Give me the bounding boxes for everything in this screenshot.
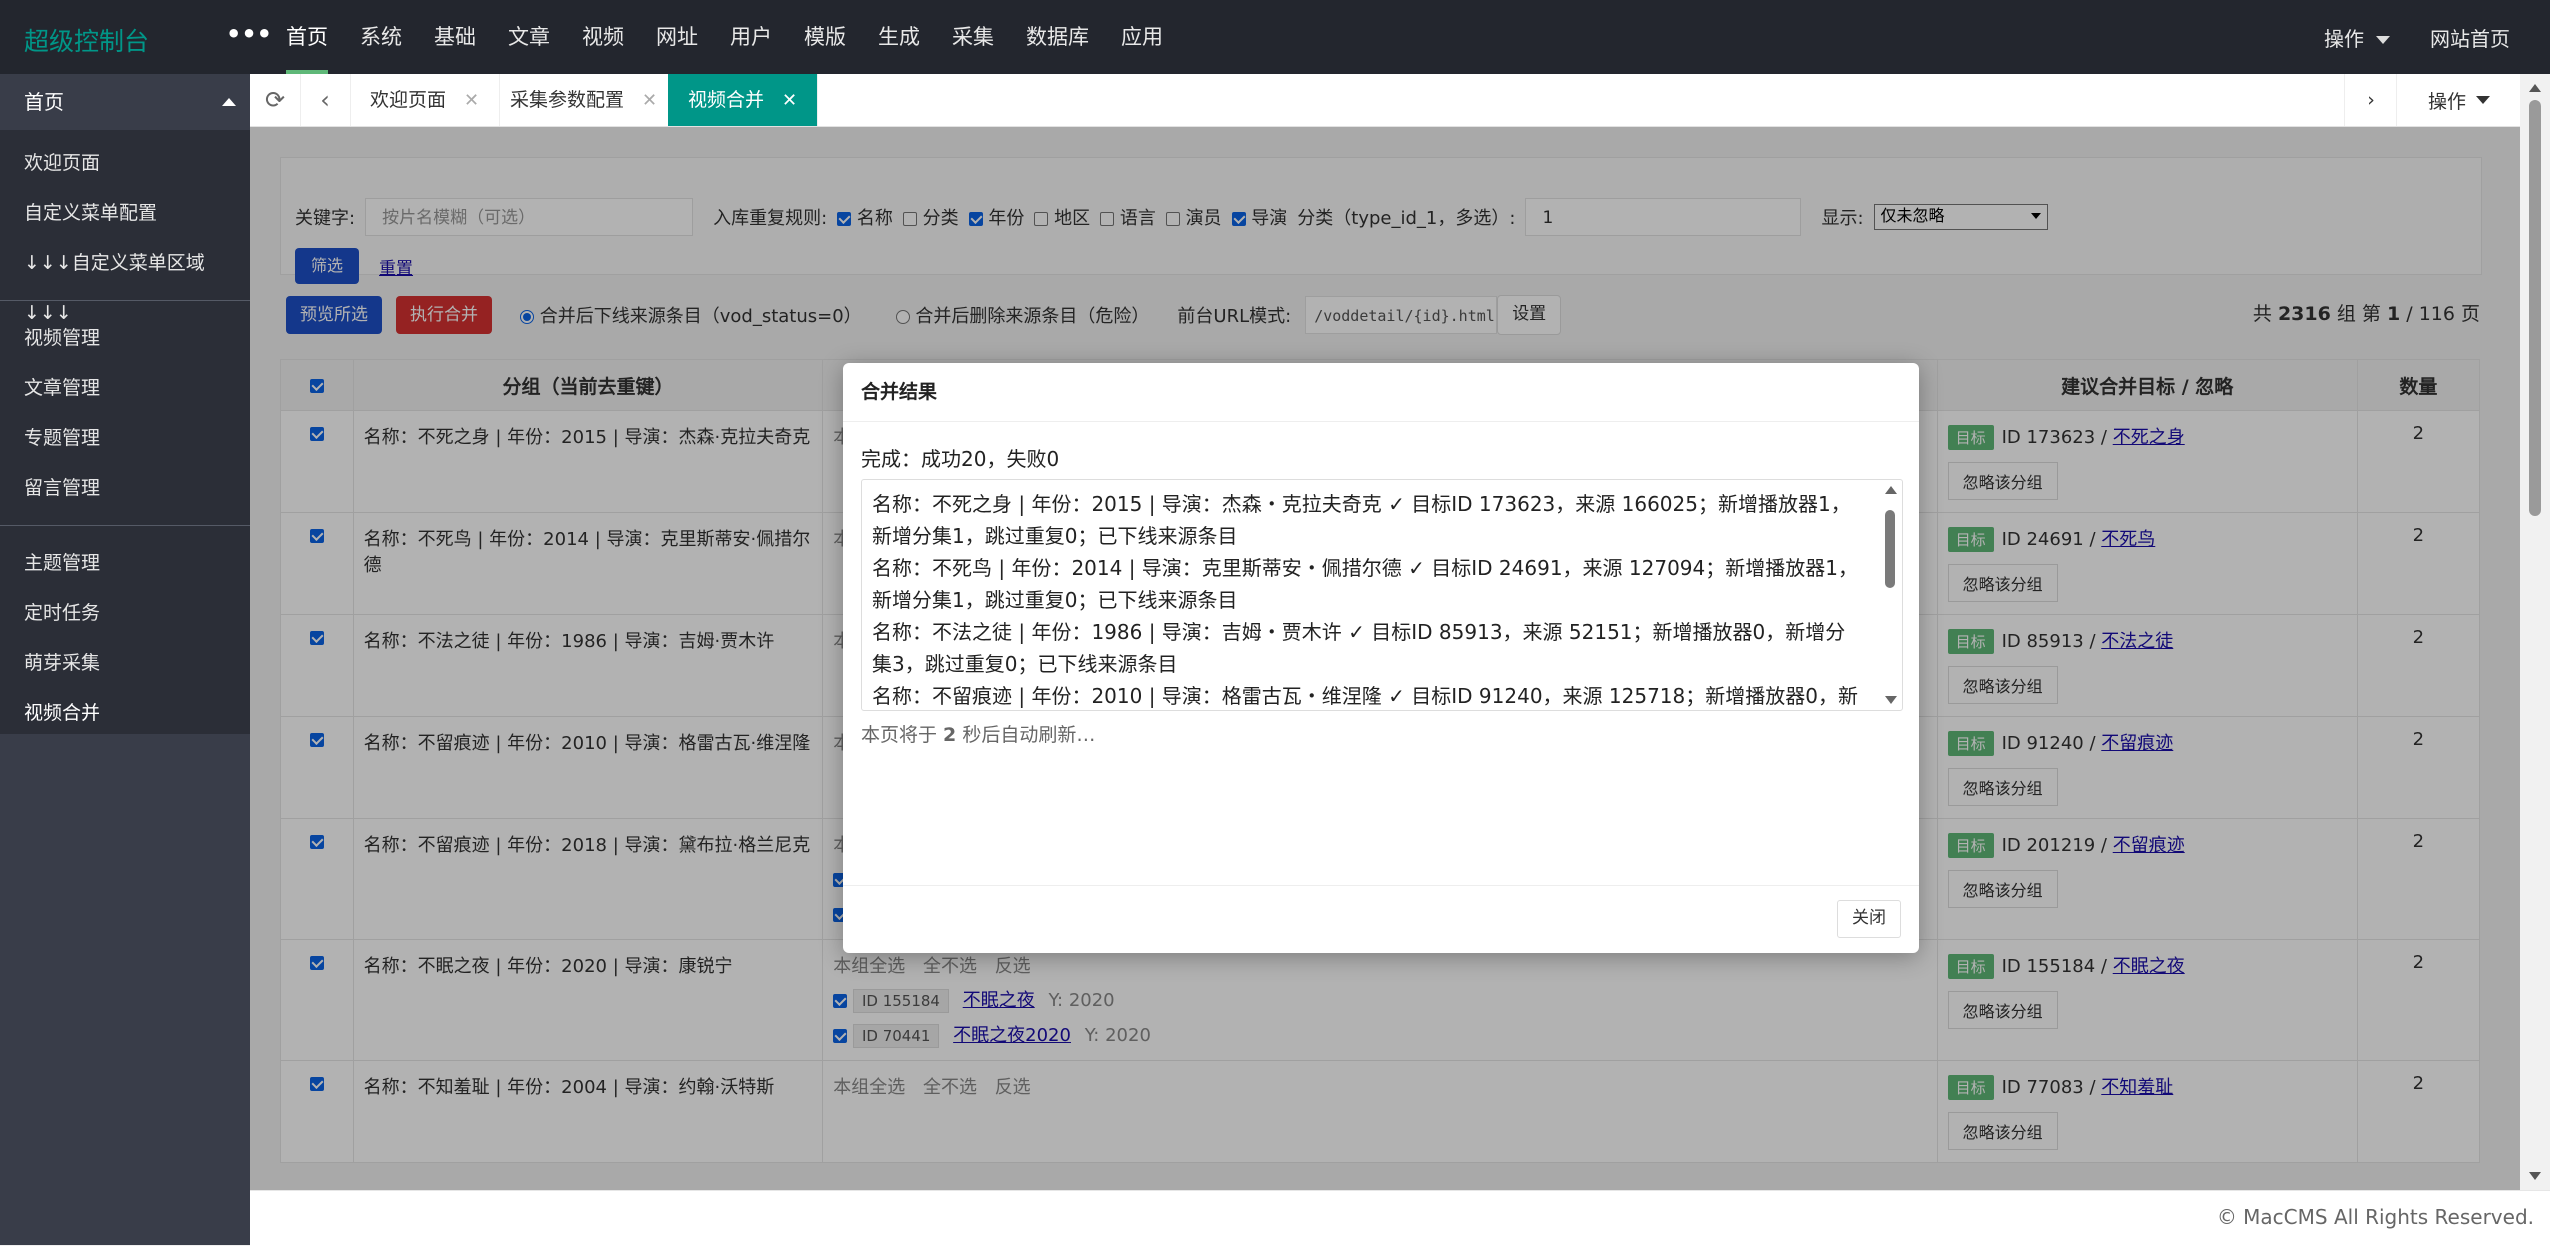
tabs-bar: ⟳ ‹ 欢迎页面 ✕ 采集参数配置 ✕ 视频合并 ✕ › 操作: [250, 74, 2520, 127]
sidebar-group-2: 视频管理 文章管理 专题管理 留言管理: [0, 313, 250, 513]
footer: © MacCMS All Rights Reserved.: [250, 1190, 2550, 1246]
merge-status: 完成：成功20，失败0: [861, 447, 1060, 471]
chevron-down-icon: [2476, 96, 2490, 104]
chevron-right-icon[interactable]: ›: [2344, 74, 2397, 126]
top-bar: 超级控制台 ••• 首页 系统 基础 文章 视频 网址 用户 模版 生成 采集 …: [0, 0, 2550, 74]
sidebar-item-custom-area[interactable]: ↓↓↓自定义菜单区域↓↓↓: [0, 238, 250, 324]
dialog-footer: 关闭: [843, 885, 1919, 954]
copyright: © MacCMS All Rights Reserved.: [2216, 1205, 2534, 1229]
sidebar-item-theme-manage[interactable]: 主题管理: [0, 538, 250, 588]
tab-welcome[interactable]: 欢迎页面 ✕: [350, 74, 501, 126]
close-icon[interactable]: ✕: [464, 90, 479, 111]
sidebar-item-custom-menu[interactable]: 自定义菜单配置: [0, 188, 250, 238]
site-home-link[interactable]: 网站首页: [2430, 23, 2510, 52]
sidebar-item-article-manage[interactable]: 文章管理: [0, 363, 250, 413]
sidebar-item-topic-manage[interactable]: 专题管理: [0, 413, 250, 463]
tab-collect-config[interactable]: 采集参数配置 ✕: [490, 74, 679, 126]
page-scrollbar[interactable]: [2520, 74, 2550, 1190]
ops-menu[interactable]: 操作: [2324, 23, 2390, 52]
merge-result-dialog: 合并结果 完成：成功20，失败0 名称：不死之身 | 年份：2015 | 导演：…: [843, 363, 1919, 953]
sidebar-item-video-merge[interactable]: 视频合并: [0, 688, 250, 738]
tab-video-merge[interactable]: 视频合并 ✕: [668, 74, 819, 126]
app-logo[interactable]: 超级控制台: [24, 22, 149, 58]
more-icon[interactable]: •••: [226, 20, 272, 48]
topnav-item-video[interactable]: 视频: [566, 0, 640, 74]
sidebar-group-1: 欢迎页面 自定义菜单配置 ↓↓↓自定义菜单区域↓↓↓: [0, 130, 250, 324]
topnav-item-home[interactable]: 首页: [270, 0, 344, 74]
top-nav: 首页 系统 基础 文章 视频 网址 用户 模版 生成 采集 数据库 应用: [270, 0, 1179, 74]
sidebar-item-mengya-collect[interactable]: 萌芽采集: [0, 638, 250, 688]
topnav-item-system[interactable]: 系统: [344, 0, 418, 74]
dialog-title: 合并结果: [843, 363, 1919, 422]
scroll-thumb[interactable]: [2529, 100, 2541, 516]
sidebar-item-welcome[interactable]: 欢迎页面: [0, 138, 250, 188]
topnav-item-apps[interactable]: 应用: [1105, 0, 1179, 74]
topnav-item-user[interactable]: 用户: [714, 0, 788, 74]
top-right-menu: 操作 网站首页: [2324, 0, 2510, 74]
log-line: 名称：不法之徒 | 年份：1986 | 导演：吉姆・贾木许 ✓ 目标ID 859…: [872, 620, 1846, 676]
topnav-item-basic[interactable]: 基础: [418, 0, 492, 74]
merge-log[interactable]: 名称：不死之身 | 年份：2015 | 导演：杰森・克拉夫奇克 ✓ 目标ID 1…: [861, 479, 1903, 711]
sidebar-bottom: [0, 734, 250, 1245]
log-line: 名称：不死之身 | 年份：2015 | 导演：杰森・克拉夫奇克 ✓ 目标ID 1…: [872, 492, 1851, 548]
chevron-up-icon: [222, 98, 236, 106]
sidebar-item-message-manage[interactable]: 留言管理: [0, 463, 250, 513]
auto-refresh-note: 本页将于 2 秒后自动刷新…: [861, 724, 1096, 746]
topnav-item-generate[interactable]: 生成: [862, 0, 936, 74]
scroll-up-icon[interactable]: [2529, 84, 2541, 92]
topnav-item-database[interactable]: 数据库: [1010, 0, 1105, 74]
topnav-item-website[interactable]: 网址: [640, 0, 714, 74]
tabs-ops-menu[interactable]: 操作: [2396, 74, 2521, 126]
sidebar-group-3: 主题管理 定时任务 萌芽采集 视频合并: [0, 538, 250, 738]
close-icon[interactable]: ✕: [782, 90, 797, 111]
log-list: 名称：不死之身 | 年份：2015 | 导演：杰森・克拉夫奇克 ✓ 目标ID 1…: [862, 480, 1902, 710]
chevron-left-icon[interactable]: ‹: [300, 74, 351, 126]
sidebar: 首页 欢迎页面 自定义菜单配置 ↓↓↓自定义菜单区域↓↓↓ 视频管理 文章管理 …: [0, 74, 250, 1245]
log-line: 名称：不留痕迹 | 年份：2010 | 导演：格雷古瓦・维涅隆 ✓ 目标ID 9…: [872, 684, 1858, 708]
sidebar-item-scheduled-tasks[interactable]: 定时任务: [0, 588, 250, 638]
topnav-item-article[interactable]: 文章: [492, 0, 566, 74]
sidebar-item-video-manage[interactable]: 视频管理: [0, 313, 250, 363]
sidebar-head[interactable]: 首页: [0, 74, 250, 130]
scroll-down-icon[interactable]: [2529, 1172, 2541, 1180]
chevron-down-icon: [2376, 36, 2390, 44]
scroll-down-icon[interactable]: [1885, 696, 1897, 704]
scroll-up-icon[interactable]: [1885, 486, 1897, 494]
close-icon[interactable]: ✕: [642, 90, 657, 111]
refresh-seconds: 2: [943, 724, 957, 746]
topnav-item-collect[interactable]: 采集: [936, 0, 1010, 74]
log-line: 名称：不死鸟 | 年份：2014 | 导演：克里斯蒂安・佩措尔德 ✓ 目标ID …: [872, 556, 1858, 612]
log-scrollbar[interactable]: [1880, 480, 1902, 710]
sidebar-divider: [0, 525, 250, 526]
topnav-item-template[interactable]: 模版: [788, 0, 862, 74]
close-button[interactable]: 关闭: [1837, 900, 1901, 938]
refresh-icon[interactable]: ⟳: [250, 74, 301, 126]
scroll-thumb[interactable]: [1885, 510, 1895, 588]
